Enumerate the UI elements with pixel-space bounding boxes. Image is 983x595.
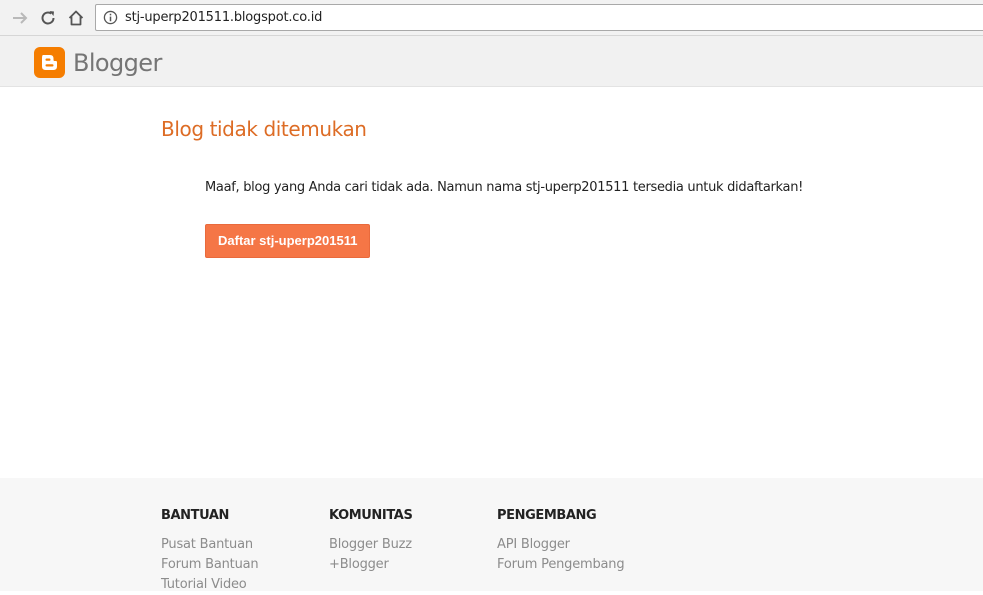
blogger-header: Blogger [0,36,983,87]
footer-link-api-blogger[interactable]: API Blogger [497,535,624,555]
address-bar[interactable]: stj-uperp201511.blogspot.co.id [95,4,983,31]
footer-column-pengembang: PENGEMBANG API Blogger Forum Pengembang [497,508,625,575]
footer-link-forum-bantuan[interactable]: Forum Bantuan [161,555,259,575]
footer-link-blogger-buzz[interactable]: Blogger Buzz [329,535,412,555]
blogger-logo-icon [34,47,65,78]
footer-column-bantuan: BANTUAN Pusat Bantuan Forum Bantuan Tuto… [161,508,259,595]
footer: BANTUAN Pusat Bantuan Forum Bantuan Tuto… [0,478,983,592]
not-found-message: Maaf, blog yang Anda cari tidak ada. Nam… [205,180,804,195]
register-blog-button[interactable]: Daftar stj-uperp201511 [205,224,371,258]
footer-link-forum-pengembang[interactable]: Forum Pengembang [497,555,625,575]
blogger-logo-text: Blogger [73,48,162,77]
browser-toolbar: stj-uperp201511.blogspot.co.id [0,0,983,36]
home-icon[interactable] [65,7,87,29]
reload-icon[interactable] [37,7,59,29]
blogger-logo[interactable]: Blogger [34,47,162,78]
footer-heading: PENGEMBANG [497,508,597,523]
url-text[interactable]: stj-uperp201511.blogspot.co.id [125,10,322,25]
forward-arrow-icon[interactable] [9,7,31,29]
footer-link-pusat-bantuan[interactable]: Pusat Bantuan [161,535,258,555]
footer-link-plus-blogger[interactable]: +Blogger [329,555,412,575]
page-title: Blog tidak ditemukan [161,117,367,141]
footer-heading: BANTUAN [161,508,230,523]
footer-link-tutorial-video[interactable]: Tutorial Video [161,575,258,595]
footer-column-komunitas: KOMUNITAS Blogger Buzz +Blogger [329,508,413,575]
info-icon[interactable] [103,10,118,25]
footer-heading: KOMUNITAS [329,508,413,523]
